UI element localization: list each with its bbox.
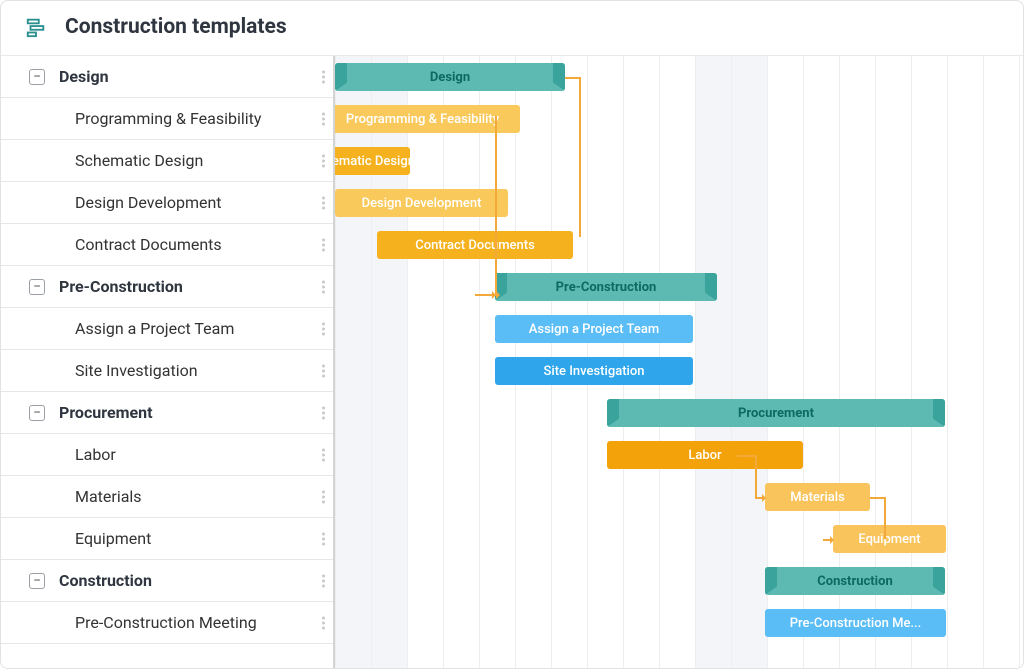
task-row[interactable]: Pre-Construction Meeting [1, 602, 333, 644]
drag-handle-icon[interactable] [322, 70, 325, 83]
bar-label: Design [430, 70, 470, 85]
task-label: Site Investigation [75, 361, 198, 380]
group-row[interactable]: −Design [1, 56, 333, 98]
task-label: Contract Documents [75, 235, 222, 254]
bar-label: Design Development [362, 196, 482, 211]
timeline-gridline [1019, 56, 1023, 668]
gantt-task-bar[interactable]: Assign a Project Team [495, 315, 693, 343]
gantt-task-bar[interactable]: Contract Documents [377, 231, 573, 259]
group-label: Construction [59, 571, 152, 590]
task-row[interactable]: Assign a Project Team [1, 308, 333, 350]
app-window: Construction templates −DesignProgrammin… [0, 0, 1024, 669]
drag-handle-icon[interactable] [322, 364, 325, 377]
task-label: Design Development [75, 193, 222, 212]
drag-handle-icon[interactable] [322, 238, 325, 251]
task-label: Pre-Construction Meeting [75, 613, 257, 632]
task-label: Materials [75, 487, 142, 506]
gantt-group-bar[interactable]: Procurement [607, 399, 945, 427]
bar-label: Pre-Construction Me... [790, 616, 922, 631]
task-label: Assign a Project Team [75, 319, 234, 338]
drag-handle-icon[interactable] [322, 280, 325, 293]
gantt-task-bar[interactable]: Schematic Design [335, 147, 410, 175]
group-label: Pre-Construction [59, 277, 183, 296]
body: −DesignProgramming & FeasibilitySchemati… [1, 56, 1023, 668]
drag-handle-icon[interactable] [322, 196, 325, 209]
bar-label: Construction [817, 574, 893, 589]
group-row[interactable]: −Procurement [1, 392, 333, 434]
task-row[interactable]: Site Investigation [1, 350, 333, 392]
collapse-toggle[interactable]: − [29, 279, 45, 295]
page-title: Construction templates [65, 15, 287, 39]
collapse-toggle[interactable]: − [29, 69, 45, 85]
gantt-task-bar[interactable]: Pre-Construction Me... [765, 609, 946, 637]
task-label: Labor [75, 445, 116, 464]
drag-handle-icon[interactable] [322, 532, 325, 545]
task-row[interactable]: Design Development [1, 182, 333, 224]
bar-label: Assign a Project Team [529, 322, 659, 337]
timeline-gridline [947, 56, 983, 668]
drag-handle-icon[interactable] [322, 448, 325, 461]
gantt-task-bar[interactable]: Equipment [833, 525, 946, 553]
task-label: Programming & Feasibility [75, 109, 261, 128]
task-row[interactable]: Labor [1, 434, 333, 476]
bar-label: Equipment [858, 532, 920, 547]
group-row[interactable]: −Pre-Construction [1, 266, 333, 308]
task-row[interactable]: Materials [1, 476, 333, 518]
collapse-toggle[interactable]: − [29, 405, 45, 421]
bar-label: Procurement [738, 406, 814, 421]
drag-handle-icon[interactable] [322, 154, 325, 167]
gantt-group-bar[interactable]: Pre-Construction [495, 273, 717, 301]
bar-label: Materials [790, 490, 845, 505]
group-label: Design [59, 67, 109, 86]
gantt-task-bar[interactable]: Labor [607, 441, 803, 469]
task-row[interactable]: Equipment [1, 518, 333, 560]
drag-handle-icon[interactable] [322, 616, 325, 629]
task-label: Equipment [75, 529, 151, 548]
task-row[interactable]: Contract Documents [1, 224, 333, 266]
timeline-gridline [443, 56, 479, 668]
drag-handle-icon[interactable] [322, 322, 325, 335]
bar-label: Contract Documents [415, 238, 535, 253]
gantt-group-bar[interactable]: Design [335, 63, 565, 91]
gantt-timeline[interactable]: Design Programming & Feasibility Schematic… [335, 56, 1023, 668]
task-row[interactable]: Schematic Design [1, 140, 333, 182]
gantt-task-bar[interactable]: Materials [765, 483, 870, 511]
group-row[interactable]: −Construction [1, 560, 333, 602]
timeline-gridline [983, 56, 1019, 668]
task-row[interactable]: Programming & Feasibility [1, 98, 333, 140]
page-header: Construction templates [1, 1, 1023, 56]
drag-handle-icon[interactable] [322, 490, 325, 503]
bar-label: Site Investigation [544, 364, 645, 379]
gantt-group-bar[interactable]: Construction [765, 567, 945, 595]
bar-label: Programming & Feasibility [346, 112, 499, 127]
bar-label: Labor [688, 448, 721, 463]
task-list: −DesignProgramming & FeasibilitySchemati… [1, 56, 335, 668]
bar-label: Pre-Construction [556, 280, 657, 295]
task-label: Schematic Design [75, 151, 203, 170]
gantt-task-bar[interactable]: Programming & Feasibility [335, 105, 520, 133]
drag-handle-icon[interactable] [322, 406, 325, 419]
gantt-icon [25, 16, 47, 38]
drag-handle-icon[interactable] [322, 112, 325, 125]
drag-handle-icon[interactable] [322, 574, 325, 587]
timeline-gridline [695, 56, 731, 668]
bar-label: Schematic Design [335, 154, 410, 169]
group-label: Procurement [59, 403, 153, 422]
gantt-task-bar[interactable]: Design Development [335, 189, 508, 217]
timeline-gridline [407, 56, 443, 668]
collapse-toggle[interactable]: − [29, 573, 45, 589]
gantt-task-bar[interactable]: Site Investigation [495, 357, 693, 385]
timeline-gridline [731, 56, 767, 668]
